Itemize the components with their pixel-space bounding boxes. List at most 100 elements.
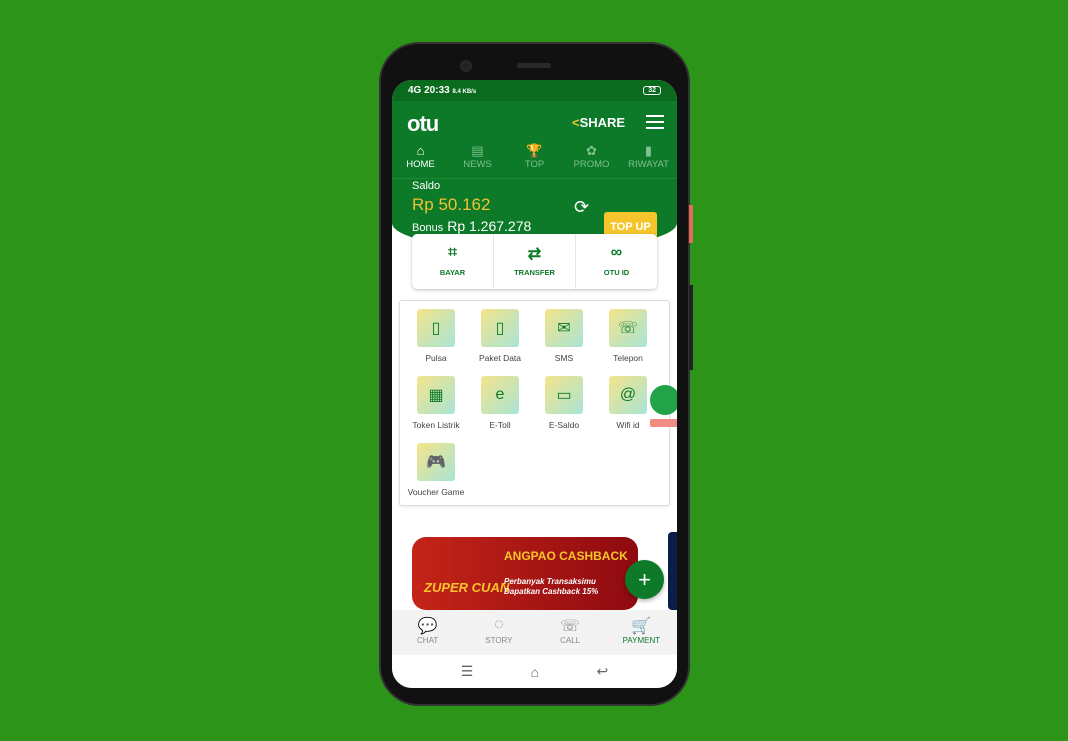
banner-title: ANGPAO CASHBACK bbox=[504, 549, 628, 563]
home-nav-icon[interactable]: ⌂ bbox=[531, 664, 539, 680]
service-label: Pulsa bbox=[425, 353, 447, 363]
services-panel: ▯ Pulsa ▯ Paket Data ✉ SMS ☏ Telepon ▦ Token List… bbox=[399, 300, 670, 506]
otu-logo: otu bbox=[407, 111, 439, 136]
banner-sub2: Dapatkan Cashback 15% bbox=[504, 587, 599, 596]
tab-label: HOME bbox=[406, 159, 435, 170]
back-icon[interactable]: ↩ bbox=[597, 663, 609, 680]
promo-icon: ✿ bbox=[586, 143, 597, 158]
service-icon: e bbox=[481, 376, 519, 414]
service-icon: ▦ bbox=[417, 376, 455, 414]
service-voucher-game[interactable]: 🎮 Voucher Game bbox=[404, 441, 468, 501]
nav-label: CALL bbox=[560, 636, 581, 645]
otu-id-button[interactable]: ∞ OTU ID bbox=[576, 234, 657, 289]
nav-payment[interactable]: 🛒 PAYMENT bbox=[606, 610, 677, 655]
nav-chat[interactable]: 💬 CHAT bbox=[392, 610, 463, 655]
share-icon: < bbox=[572, 115, 580, 130]
saldo-amount: Rp 50.162 bbox=[412, 195, 491, 214]
transfer-button[interactable]: ⇄ TRANSFER bbox=[494, 234, 576, 289]
hamburger-menu-icon[interactable] bbox=[646, 115, 664, 133]
system-nav-bar: ☰ ⌂ ↩ bbox=[392, 655, 677, 688]
banner-left-text: ZUPER CUAN bbox=[424, 580, 510, 595]
customer-service-avatar[interactable] bbox=[650, 385, 677, 429]
nav-label: STORY bbox=[485, 636, 513, 645]
id-card-icon: ∞ bbox=[610, 244, 623, 261]
battery-icon: 32 bbox=[643, 86, 661, 95]
news-icon: ▤ bbox=[471, 143, 484, 158]
service-icon: ▯ bbox=[481, 309, 519, 347]
bonus-label: Bonus bbox=[412, 222, 444, 234]
service-e-saldo[interactable]: ▭ E-Saldo bbox=[532, 374, 596, 434]
next-banner[interactable] bbox=[668, 532, 677, 610]
transfer-icon: ⇄ bbox=[527, 246, 542, 263]
service-icon: ▯ bbox=[417, 309, 455, 347]
top-tabs: ⌂ HOME ▤ NEWS 🏆 TOP ✿ PROMO ▮ RIWAYAT bbox=[392, 143, 677, 179]
bonus: Bonus Rp 1.267.278 bbox=[412, 218, 531, 234]
service-label: Voucher Game bbox=[407, 487, 465, 497]
signal: 4G bbox=[408, 85, 422, 96]
service-e-toll[interactable]: e E-Toll bbox=[468, 374, 532, 434]
tab-label: PROMO bbox=[573, 159, 610, 170]
tab-top[interactable]: 🏆 TOP bbox=[506, 143, 563, 178]
volume-button bbox=[689, 285, 693, 370]
add-fab-button[interactable]: + bbox=[625, 560, 664, 599]
trophy-icon: 🏆 bbox=[526, 143, 543, 158]
tab-promo[interactable]: ✿ PROMO bbox=[563, 143, 620, 178]
tab-home[interactable]: ⌂ HOME bbox=[392, 143, 449, 178]
tab-riwayat[interactable]: ▮ RIWAYAT bbox=[620, 143, 677, 178]
nav-label: CHAT bbox=[417, 636, 439, 645]
tab-label: TOP bbox=[524, 159, 545, 170]
power-button bbox=[689, 205, 693, 243]
banner-sub1: Perbanyak Transaksimu bbox=[504, 577, 596, 586]
phone-icon: ☏ bbox=[560, 618, 581, 635]
nav-call[interactable]: ☏ CALL bbox=[535, 610, 606, 655]
nav-label: PAYMENT bbox=[622, 636, 661, 645]
refresh-icon[interactable]: ⟳ bbox=[574, 197, 589, 218]
recents-icon[interactable]: ☰ bbox=[461, 663, 474, 680]
action-label: OTU ID bbox=[603, 268, 630, 277]
service-pulsa[interactable]: ▯ Pulsa bbox=[404, 307, 468, 367]
nav-story[interactable]: ◌ STORY bbox=[463, 610, 534, 655]
service-label: SMS bbox=[554, 353, 574, 363]
tab-label: RIWAYAT bbox=[628, 159, 669, 170]
tab-news[interactable]: ▤ NEWS bbox=[449, 143, 506, 178]
cart-icon: 🛒 bbox=[631, 618, 652, 635]
action-label: TRANSFER bbox=[514, 268, 555, 277]
home-icon: ⌂ bbox=[416, 143, 425, 158]
clock: 20:33 bbox=[424, 85, 450, 96]
bar-chart-icon: ▮ bbox=[644, 143, 653, 158]
share-button[interactable]: <SHARE bbox=[572, 115, 625, 130]
service-icon: ✉ bbox=[545, 309, 583, 347]
action-label: BAYAR bbox=[439, 268, 466, 277]
tab-label: NEWS bbox=[463, 159, 492, 170]
status-bar: 4G 20:33 8.4 KB/s 32 bbox=[392, 80, 677, 101]
service-icon: ☏ bbox=[609, 309, 647, 347]
promo-banner[interactable]: ZUPER CUAN ANGPAO CASHBACK Perbanyak Tra… bbox=[412, 537, 638, 610]
story-icon: ◌ bbox=[494, 616, 504, 633]
bonus-amount: Rp 1.267.278 bbox=[447, 218, 532, 234]
service-label: E-Toll bbox=[489, 420, 511, 430]
chat-icon: 💬 bbox=[417, 618, 438, 635]
saldo-label: Saldo bbox=[412, 180, 441, 192]
bayar-button[interactable]: ⌗ BAYAR bbox=[412, 234, 494, 289]
speaker bbox=[517, 63, 551, 68]
qr-scan-icon: ⌗ bbox=[447, 244, 457, 261]
service-paket-data[interactable]: ▯ Paket Data bbox=[468, 307, 532, 367]
service-icon: ▭ bbox=[545, 376, 583, 414]
service-label: Telepon bbox=[613, 353, 643, 363]
service-icon: @ bbox=[609, 376, 647, 414]
service-icon: 🎮 bbox=[417, 443, 455, 481]
camera bbox=[460, 60, 472, 72]
service-telepon[interactable]: ☏ Telepon bbox=[596, 307, 660, 367]
service-label: Paket Data bbox=[478, 353, 522, 363]
banner-subtitle: Perbanyak Transaksimu Dapatkan Cashback 1… bbox=[504, 577, 598, 597]
header: otu <SHARE ⌂ HOME ▤ NEWS 🏆 TOP ✿ PROMO ▮ RIWA… bbox=[392, 101, 677, 251]
share-label: SHARE bbox=[579, 115, 626, 130]
net-speed: 8.4 KB/s bbox=[452, 89, 477, 95]
service-label: Token Listrik bbox=[412, 420, 460, 430]
app-screen: 4G 20:33 8.4 KB/s 32 otu <SHARE ⌂ HOME ▤ N… bbox=[392, 80, 677, 688]
quick-actions: ⌗ BAYAR ⇄ TRANSFER ∞ OTU ID bbox=[412, 234, 657, 289]
service-label: E-Saldo bbox=[548, 420, 580, 430]
service-token-listrik[interactable]: ▦ Token Listrik bbox=[404, 374, 468, 434]
bottom-nav: 💬 CHAT ◌ STORY ☏ CALL 🛒 PAYMENT bbox=[392, 610, 677, 655]
service-sms[interactable]: ✉ SMS bbox=[532, 307, 596, 367]
